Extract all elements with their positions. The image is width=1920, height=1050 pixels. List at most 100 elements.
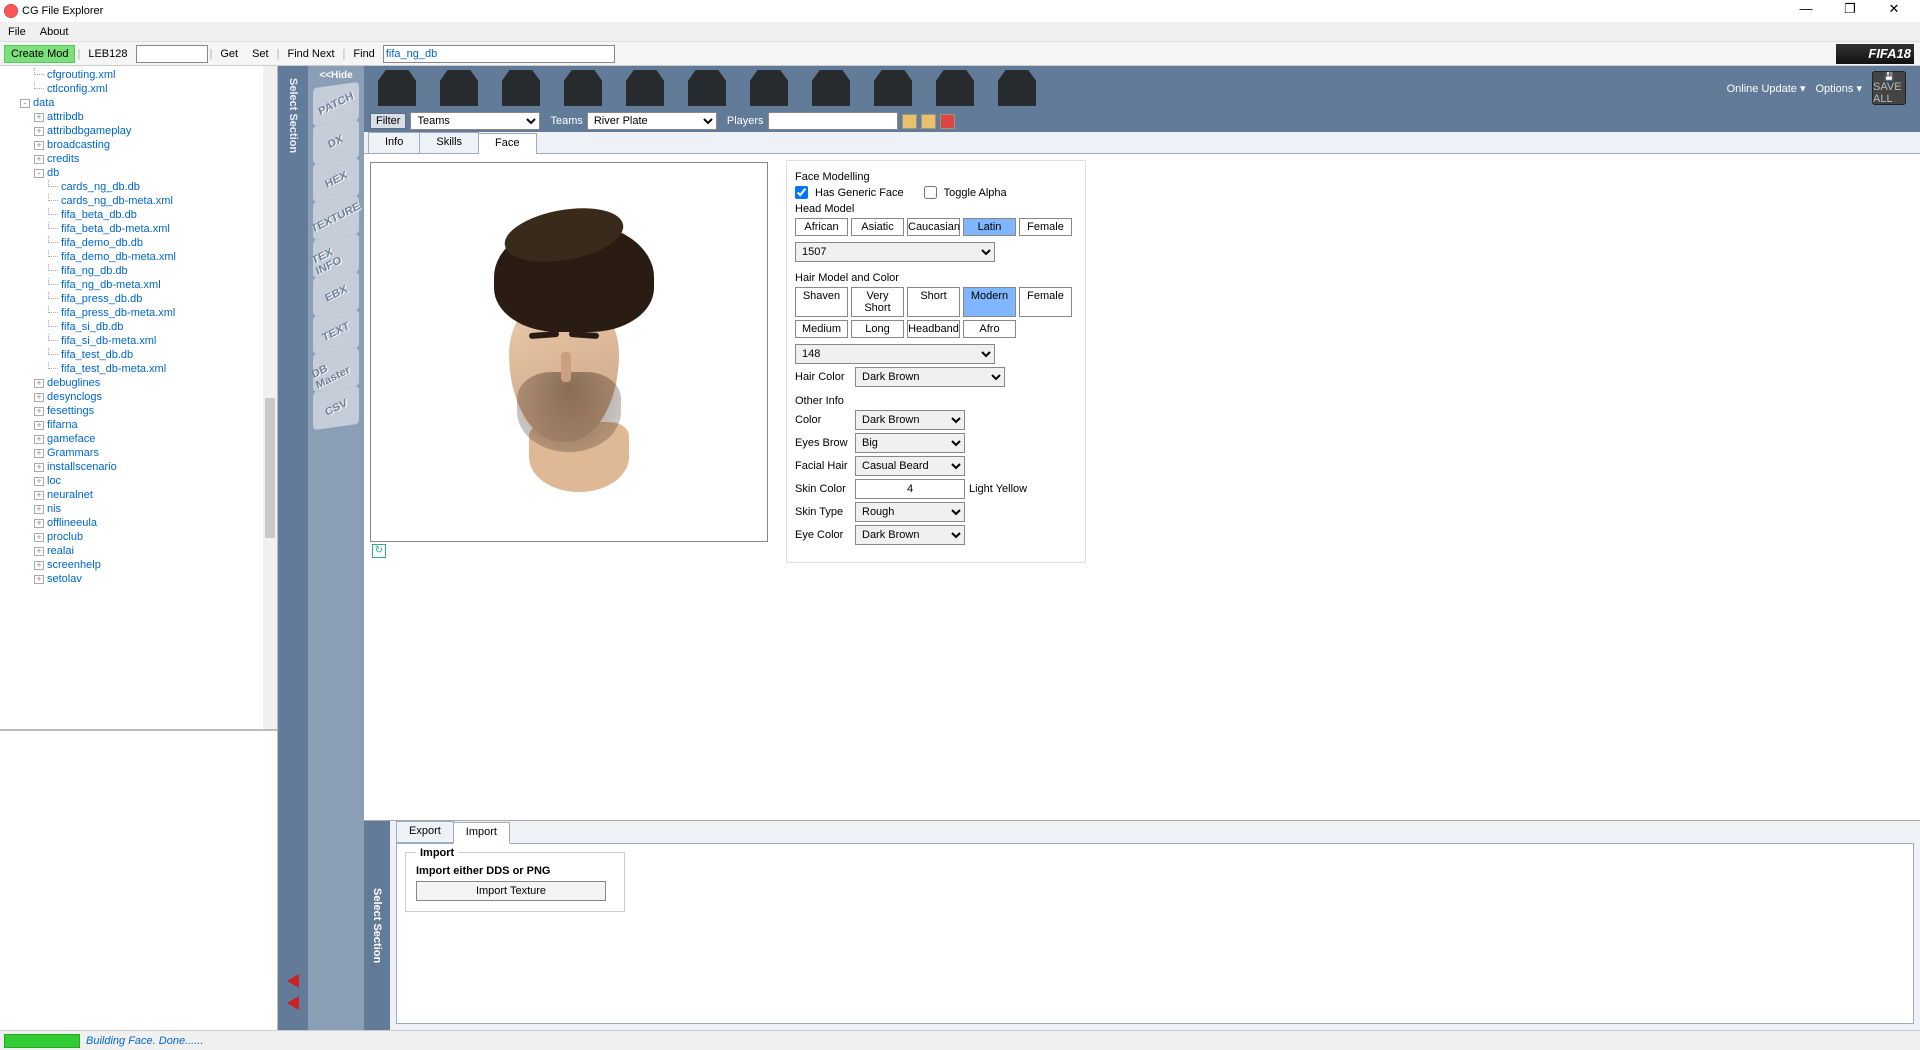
minimize-icon[interactable]: — xyxy=(1784,1,1828,21)
paste-icon[interactable] xyxy=(921,114,936,129)
head-id-select[interactable]: 1507 xyxy=(795,242,995,262)
options-link[interactable]: Options ▾ xyxy=(1816,82,1863,95)
face-preview[interactable] xyxy=(370,162,768,542)
head-type-button[interactable]: Female xyxy=(1019,218,1072,236)
scrollbar[interactable] xyxy=(263,66,277,729)
scoreboard-icon[interactable] xyxy=(812,70,850,106)
tree-item[interactable]: +installscenario xyxy=(6,460,277,474)
tree-item[interactable]: +fesettings xyxy=(6,404,277,418)
hide-button[interactable]: <<Hide xyxy=(319,70,352,81)
color-select[interactable]: Dark Brown xyxy=(855,410,965,430)
tree-item[interactable]: fifa_si_db-meta.xml xyxy=(6,334,277,348)
arrow-left-icon[interactable] xyxy=(287,996,299,1010)
tree-item[interactable]: +fifarna xyxy=(6,418,277,432)
tree-item[interactable]: +setolav xyxy=(6,572,277,586)
delete-icon[interactable] xyxy=(940,114,955,129)
tree-item[interactable]: cards_ng_db.db xyxy=(6,180,277,194)
eyes-brow-select[interactable]: Big xyxy=(855,433,965,453)
tree-item[interactable]: +attribdb xyxy=(6,110,277,124)
tree-view[interactable]: cfgrouting.xmlctlconfig.xml-data+attribd… xyxy=(0,66,277,730)
teams-select[interactable]: River Plate xyxy=(587,112,717,130)
tree-item[interactable]: +gameface xyxy=(6,432,277,446)
referee-icon[interactable] xyxy=(998,70,1036,106)
section-tab[interactable]: TEXTURE xyxy=(313,196,359,240)
arrow-left-icon[interactable] xyxy=(287,974,299,988)
tree-item[interactable]: +attribdbgameplay xyxy=(6,124,277,138)
hair-type-button[interactable]: Shaven xyxy=(795,287,848,317)
new-icon[interactable] xyxy=(902,114,917,129)
tree-item[interactable]: fifa_demo_db-meta.xml xyxy=(6,250,277,264)
close-icon[interactable]: ✕ xyxy=(1872,1,1916,21)
tree-item[interactable]: +neuralnet xyxy=(6,488,277,502)
tree-item[interactable]: fifa_press_db.db xyxy=(6,292,277,306)
handshake-icon[interactable] xyxy=(936,70,974,106)
online-update-link[interactable]: Online Update ▾ xyxy=(1727,82,1806,95)
tree-item[interactable]: fifa_test_db-meta.xml xyxy=(6,362,277,376)
tab-skills[interactable]: Skills xyxy=(419,132,479,153)
tree-item[interactable]: ctlconfig.xml xyxy=(6,82,277,96)
import-texture-button[interactable]: Import Texture xyxy=(416,881,606,901)
hair-color-select[interactable]: Dark Brown xyxy=(855,367,1005,387)
save-all-button[interactable]: 💾SAVE ALL xyxy=(1872,71,1906,105)
tab-face[interactable]: Face xyxy=(478,133,536,154)
players-select[interactable]: Scocco Ignacio xyxy=(768,112,898,130)
gloves-icon[interactable] xyxy=(750,70,788,106)
boot-icon[interactable] xyxy=(626,70,664,106)
hair-type-button[interactable]: Short xyxy=(907,287,960,317)
tree-item[interactable]: fifa_ng_db-meta.xml xyxy=(6,278,277,292)
tab-export[interactable]: Export xyxy=(396,821,454,843)
tree-item[interactable]: +screenhelp xyxy=(6,558,277,572)
refresh-icon[interactable]: ↻ xyxy=(372,544,386,558)
section-tab[interactable]: TEX INFO xyxy=(313,234,359,278)
leb128-input[interactable] xyxy=(136,45,208,63)
head-type-button[interactable]: Latin xyxy=(963,218,1016,236)
tree-item[interactable]: +debuglines xyxy=(6,376,277,390)
tree-item[interactable]: fifa_test_db.db xyxy=(6,348,277,362)
hair-type-button[interactable]: Modern xyxy=(963,287,1016,317)
menu-about[interactable]: About xyxy=(40,26,69,38)
set-button[interactable]: Set xyxy=(246,48,275,60)
tree-item[interactable]: +credits xyxy=(6,152,277,166)
head-type-button[interactable]: African xyxy=(795,218,848,236)
tree-item[interactable]: -db xyxy=(6,166,277,180)
hair-id-select[interactable]: 148 xyxy=(795,344,995,364)
get-button[interactable]: Get xyxy=(214,48,244,60)
filter-select[interactable]: Teams xyxy=(410,112,540,130)
skin-type-select[interactable]: Rough xyxy=(855,502,965,522)
head-type-button[interactable]: Caucasian xyxy=(907,218,960,236)
head-type-button[interactable]: Asiatic xyxy=(851,218,904,236)
tree-item[interactable]: cfgrouting.xml xyxy=(6,68,277,82)
skin-color-spinner[interactable] xyxy=(855,479,965,499)
tree-item[interactable]: fifa_demo_db.db xyxy=(6,236,277,250)
tree-item[interactable]: +broadcasting xyxy=(6,138,277,152)
hair-type-button[interactable]: Long xyxy=(851,320,904,338)
kit-icon[interactable] xyxy=(502,70,540,106)
hair-type-button[interactable]: Headband xyxy=(907,320,960,338)
tree-item[interactable]: fifa_ng_db.db xyxy=(6,264,277,278)
tab-import[interactable]: Import xyxy=(453,822,510,844)
hair-type-button[interactable]: Very Short xyxy=(851,287,904,317)
eye-color-select[interactable]: Dark Brown xyxy=(855,525,965,545)
maximize-icon[interactable]: ❐ xyxy=(1828,1,1872,21)
tree-item[interactable]: +offlineeula xyxy=(6,516,277,530)
tree-item[interactable]: fifa_si_db.db xyxy=(6,320,277,334)
menu-file[interactable]: File xyxy=(8,26,26,38)
facial-hair-select[interactable]: Casual Beard xyxy=(855,456,965,476)
create-mod-button[interactable]: Create Mod xyxy=(4,45,75,63)
tree-item[interactable]: +desynclogs xyxy=(6,390,277,404)
tactics-icon[interactable] xyxy=(874,70,912,106)
tree-item[interactable]: +Grammars xyxy=(6,446,277,460)
has-generic-face-checkbox[interactable] xyxy=(795,186,808,199)
team-icon[interactable] xyxy=(440,70,478,106)
toggle-alpha-checkbox[interactable] xyxy=(924,186,937,199)
ball-icon[interactable] xyxy=(688,70,726,106)
section-tab[interactable]: CSV xyxy=(313,386,359,430)
hair-type-button[interactable]: Female xyxy=(1019,287,1072,317)
tree-item[interactable]: +loc xyxy=(6,474,277,488)
player-icon[interactable] xyxy=(564,70,602,106)
section-tab[interactable]: DB Master xyxy=(313,348,359,392)
tree-item[interactable]: +realai xyxy=(6,544,277,558)
tree-item[interactable]: fifa_beta_db-meta.xml xyxy=(6,222,277,236)
section-tab[interactable]: EBX xyxy=(313,272,359,316)
find-input[interactable] xyxy=(383,45,615,63)
